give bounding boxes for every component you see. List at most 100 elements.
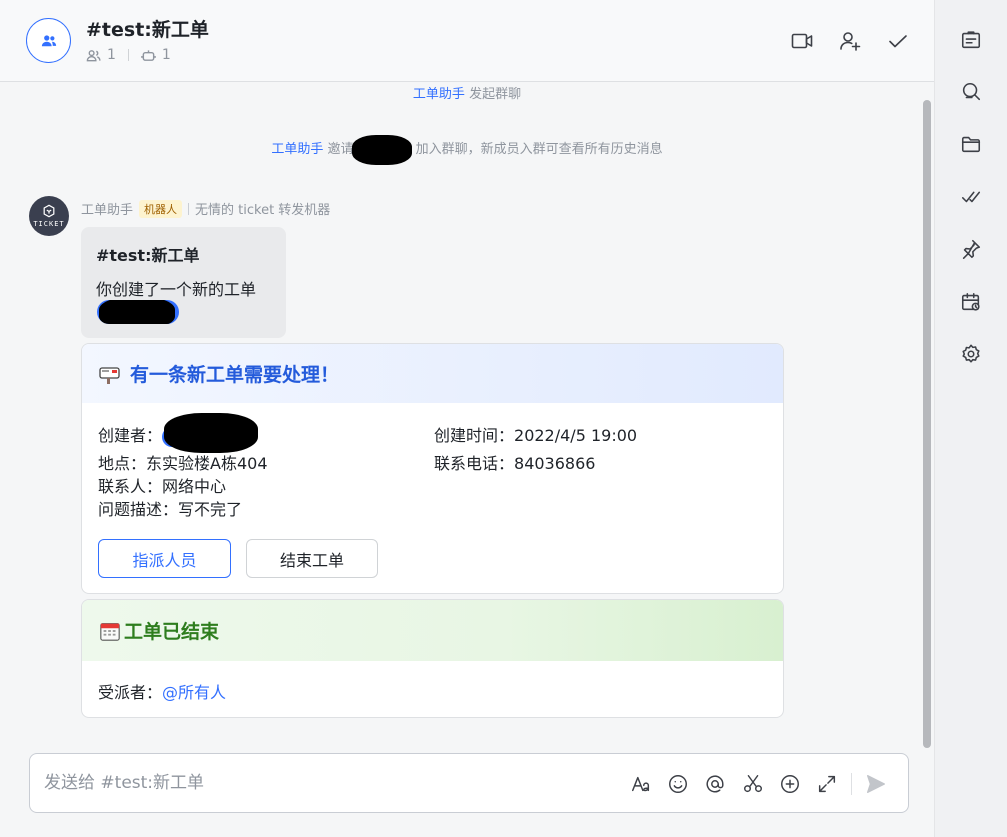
video-call-button[interactable]: [790, 29, 814, 53]
expand-button[interactable]: [815, 772, 839, 796]
double-check-icon: [961, 191, 981, 203]
system-actor-link[interactable]: 工单助手: [271, 142, 323, 157]
right-sidebar: [934, 0, 1007, 837]
search-icon: [962, 82, 981, 101]
contact-field: 联系人：网络中心: [98, 473, 226, 497]
system-text: 发起群聊: [469, 87, 522, 102]
card-title: 有一条新工单需要处理！: [130, 364, 340, 386]
card-header: 工单已结束: [82, 600, 783, 661]
emoji-button[interactable]: [666, 772, 690, 796]
group-avatar[interactable]: [26, 18, 71, 63]
chat-header: #test:新工单 1 1: [0, 0, 934, 82]
bot-avatar[interactable]: TICKET: [29, 196, 69, 236]
files-button[interactable]: [959, 132, 983, 156]
chat-panel: #test:新工单 1 1 工单助手 发起群聊 工单助手 邀请 加入群聊，新成员…: [0, 0, 934, 837]
card-title: 工单已结束: [124, 621, 220, 643]
search-button[interactable]: [959, 80, 983, 104]
done-button[interactable]: [886, 29, 910, 53]
calendar-clock-icon: [961, 292, 980, 311]
emoji-icon: [669, 775, 687, 793]
bot-icon[interactable]: [141, 48, 156, 63]
creator-mention[interactable]: [162, 412, 259, 453]
add-member-button[interactable]: [838, 29, 862, 53]
location-value: 东实验楼A栋404: [146, 454, 268, 473]
members-icon[interactable]: [86, 48, 101, 63]
format-button[interactable]: [629, 772, 653, 796]
field-label: 受派者：: [98, 683, 163, 702]
scissors-icon: [744, 775, 762, 793]
close-ticket-button[interactable]: 结束工单: [246, 539, 378, 578]
mailbox-icon: [98, 362, 122, 386]
description-field: 问题描述：写不完了: [98, 496, 242, 520]
field-label: 创建者：: [98, 426, 163, 445]
redaction: [351, 134, 412, 165]
video-camera-icon: [791, 33, 813, 49]
created-time-field: 创建时间：2022/4/5 19:00: [434, 422, 637, 446]
chat-title[interactable]: #test:新工单: [86, 15, 209, 42]
header-meta: 1 1: [86, 47, 171, 63]
location-field: 地点：东实验楼A栋404: [98, 450, 268, 474]
ticket-logo-icon: [43, 204, 55, 218]
system-message-created: 工单助手 发起群聊: [0, 83, 934, 102]
created-time-value: 2022/4/5 19:00: [514, 426, 638, 445]
mention-button[interactable]: [703, 772, 727, 796]
calendar-button[interactable]: [959, 290, 983, 314]
pin-icon: [962, 239, 981, 259]
message-input[interactable]: [44, 770, 604, 796]
at-sign-icon: [706, 775, 724, 793]
redaction: [164, 412, 259, 453]
sender-name[interactable]: 工单助手: [81, 199, 133, 218]
add-attachment-button[interactable]: [778, 772, 802, 796]
sender-row: 工单助手 机器人 无情的 ticket 转发机器: [81, 199, 330, 218]
description-value: 写不完了: [178, 500, 243, 519]
sender-divider: [188, 202, 190, 215]
card-header: 有一条新工单需要处理！: [82, 344, 783, 403]
settings-button[interactable]: [959, 342, 983, 366]
sender-description: 无情的 ticket 转发机器: [195, 203, 331, 218]
bubble-text: 你创建了一个新的工单: [96, 280, 257, 299]
expand-icon: [818, 775, 836, 793]
calendar-icon: [98, 619, 122, 643]
scrollbar-thumb[interactable]: [923, 100, 931, 748]
message-composer: [29, 753, 909, 813]
new-ticket-card: 有一条新工单需要处理！ 创建者： 创建时间：2022/4/5 19:00 地点：…: [81, 343, 784, 594]
system-text: 加入群聊，新成员入群可查看所有历史消息: [415, 142, 663, 157]
gear-icon: [962, 344, 980, 363]
screenshot-button[interactable]: [741, 772, 765, 796]
send-icon: [867, 775, 885, 793]
add-user-icon: [840, 32, 861, 51]
field-label: 联系人：: [98, 477, 163, 496]
announcement-button[interactable]: [959, 28, 983, 52]
board-icon: [961, 31, 981, 49]
avatar-label: TICKET: [33, 220, 65, 228]
toolbar-divider: [851, 773, 852, 795]
text-format-icon: [632, 776, 650, 792]
ticket-closed-card: 工单已结束 受派者：@所有人: [81, 599, 784, 718]
phone-field: 联系电话：84036866: [434, 450, 595, 474]
pins-button[interactable]: [959, 237, 983, 261]
bot-badge: 机器人: [139, 199, 183, 218]
send-button[interactable]: [864, 772, 888, 796]
member-count[interactable]: 1: [107, 47, 116, 63]
field-label: 问题描述：: [98, 500, 179, 519]
phone-value: 84036866: [514, 454, 596, 473]
system-message-invite: 工单助手 邀请 加入群聊，新成员入群可查看所有历史消息: [0, 134, 934, 165]
checkmark-icon: [889, 35, 907, 48]
assignee-mention[interactable]: @所有人: [162, 683, 226, 702]
system-text: 邀请: [327, 142, 354, 157]
plus-circle-icon: [781, 775, 799, 793]
field-label: 地点：: [98, 454, 147, 473]
user-mention[interactable]: [97, 300, 179, 324]
system-actor-link[interactable]: 工单助手: [413, 87, 465, 102]
field-label: 联系电话：: [434, 454, 515, 473]
tasks-button[interactable]: [959, 184, 983, 208]
group-icon: [41, 34, 56, 46]
assignee-field: 受派者：@所有人: [98, 679, 226, 703]
bot-count[interactable]: 1: [162, 47, 171, 63]
folder-icon: [961, 136, 981, 153]
contact-value: 网络中心: [162, 477, 227, 496]
message-bubble: #test:新工单 你创建了一个新的工单: [81, 227, 286, 338]
assign-button[interactable]: 指派人员: [98, 539, 231, 578]
bubble-title: #test:新工单: [96, 246, 200, 265]
field-label: 创建时间：: [434, 426, 515, 445]
